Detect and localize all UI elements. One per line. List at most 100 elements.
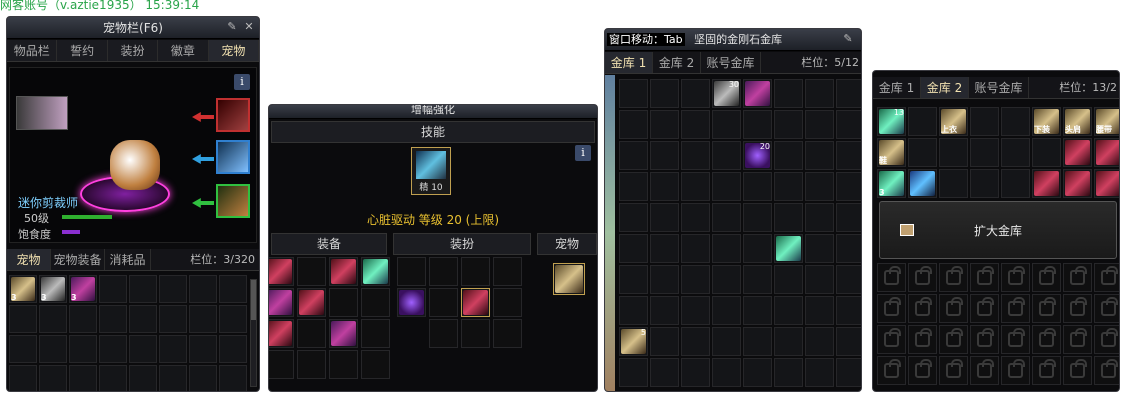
vault-slot[interactable] [681,110,710,139]
equipment-slot[interactable] [297,350,326,379]
pet-portrait[interactable] [16,96,68,130]
vault-slot[interactable] [619,296,648,325]
vault-item-icon[interactable] [745,81,770,106]
vault-slot[interactable] [619,265,648,294]
vault-item-icon[interactable] [1065,171,1090,196]
vault-slot[interactable] [681,358,710,387]
vault-window-titlebar[interactable]: 窗口移动：Tab 坚固的金刚石金库 [605,29,861,51]
info-button[interactable]: i [575,145,591,161]
inventory-slot[interactable] [159,305,187,333]
vault-slot[interactable]: 3 [877,169,906,198]
vault-slot[interactable] [774,358,803,387]
vault-item-icon[interactable] [910,171,935,196]
vault-slot[interactable] [743,234,772,263]
equipment-item-icon[interactable] [269,290,292,315]
inventory-slot[interactable] [129,305,157,333]
vault-item-icon[interactable] [1034,171,1059,196]
vault-slot[interactable] [1001,138,1030,167]
vault-slot[interactable] [681,234,710,263]
avatar-slot[interactable] [493,319,522,348]
avatar-slot[interactable] [429,257,458,286]
inventory-scrollbar[interactable] [250,279,257,387]
vault-slot[interactable]: 上衣 [939,107,968,136]
tab-oath[interactable]: 誓约 [57,40,108,61]
vault-slot[interactable] [712,203,741,232]
vault-slot[interactable] [650,141,679,170]
inventory-slot[interactable] [99,275,127,303]
inventory-slot[interactable] [39,305,67,333]
vault-slot[interactable] [619,234,648,263]
vault-slot[interactable] [805,110,834,139]
vault-slot[interactable] [743,358,772,387]
vault-slot[interactable] [1063,138,1092,167]
subtab-consumables[interactable]: 消耗品 [105,249,151,270]
equipment-item-icon[interactable] [331,259,356,284]
vault-slot[interactable] [774,141,803,170]
equipment-slot[interactable] [297,257,326,286]
pet-window-titlebar[interactable]: 宠物栏(F6) [7,17,259,39]
avatar-slot[interactable] [461,288,490,317]
avatar-slot[interactable] [397,257,426,286]
equipment-slot[interactable] [329,319,358,348]
vault-slot[interactable] [619,203,648,232]
vault-slot[interactable] [619,110,648,139]
inventory-slot[interactable] [189,305,217,333]
vault-slot[interactable] [805,358,834,387]
vault-item-icon[interactable] [1096,140,1119,165]
avatar-slot[interactable] [461,319,490,348]
vault-slot[interactable] [774,110,803,139]
equipment-item-icon[interactable] [299,290,324,315]
inventory-slot[interactable] [159,365,187,391]
avatar-slot[interactable] [461,257,490,286]
equipment-slot[interactable] [361,319,390,348]
vault-slot[interactable] [681,172,710,201]
inventory-slot[interactable] [189,275,217,303]
inventory-slot[interactable] [159,275,187,303]
pet-slot-1[interactable] [216,98,250,132]
info-button[interactable]: i [234,74,250,90]
expand-vault-button[interactable]: 扩大金库 [879,201,1117,259]
vault-slot[interactable]: 头肩 [1063,107,1092,136]
pet-enhance-slot[interactable] [553,263,585,295]
vault-slot[interactable] [836,141,861,170]
vault-slot[interactable] [836,296,861,325]
equipment-slot[interactable] [269,257,294,286]
inventory-slot[interactable] [219,335,247,363]
vault-slot[interactable] [836,172,861,201]
vault-slot[interactable] [712,358,741,387]
vault-slot[interactable] [805,203,834,232]
vault-slot[interactable]: 鞋 [877,138,906,167]
vault-slot[interactable] [805,234,834,263]
vault-slot[interactable] [712,265,741,294]
equipment-slot[interactable] [269,288,294,317]
vault-slot[interactable] [681,203,710,232]
vault-item-icon[interactable] [1065,140,1090,165]
vault-slot[interactable] [1032,138,1061,167]
equipment-item-icon[interactable] [331,321,356,346]
skill-icon[interactable]: 精 10 [411,147,451,195]
subtab-pet[interactable]: 宠物 [7,249,51,270]
vault-slot[interactable] [743,296,772,325]
inventory-slot[interactable] [69,335,97,363]
vault-slot[interactable] [743,79,772,108]
vault-slot[interactable] [970,138,999,167]
vault-slot[interactable] [805,79,834,108]
pet-item-icon[interactable] [555,265,583,293]
tab-account-vault[interactable]: 账号金库 [969,77,1029,98]
tab-vault-2[interactable]: 金库 2 [653,52,701,73]
vault-slot[interactable] [1094,138,1119,167]
equipment-slot[interactable] [297,319,326,348]
avatar-slot[interactable] [429,319,458,348]
vault-slot[interactable] [743,265,772,294]
pet-slot-3[interactable] [216,184,250,218]
inventory-slot[interactable] [99,305,127,333]
vault-slot[interactable] [836,203,861,232]
vault-slot[interactable] [743,327,772,356]
inventory-slot[interactable] [219,305,247,333]
inventory-slot[interactable] [219,365,247,391]
equipment-slot[interactable] [361,288,390,317]
scrollbar-thumb[interactable] [251,280,256,320]
inventory-slot[interactable] [69,365,97,391]
equipment-slot[interactable] [269,319,294,348]
tab-vault-1[interactable]: 金库 1 [605,52,653,73]
